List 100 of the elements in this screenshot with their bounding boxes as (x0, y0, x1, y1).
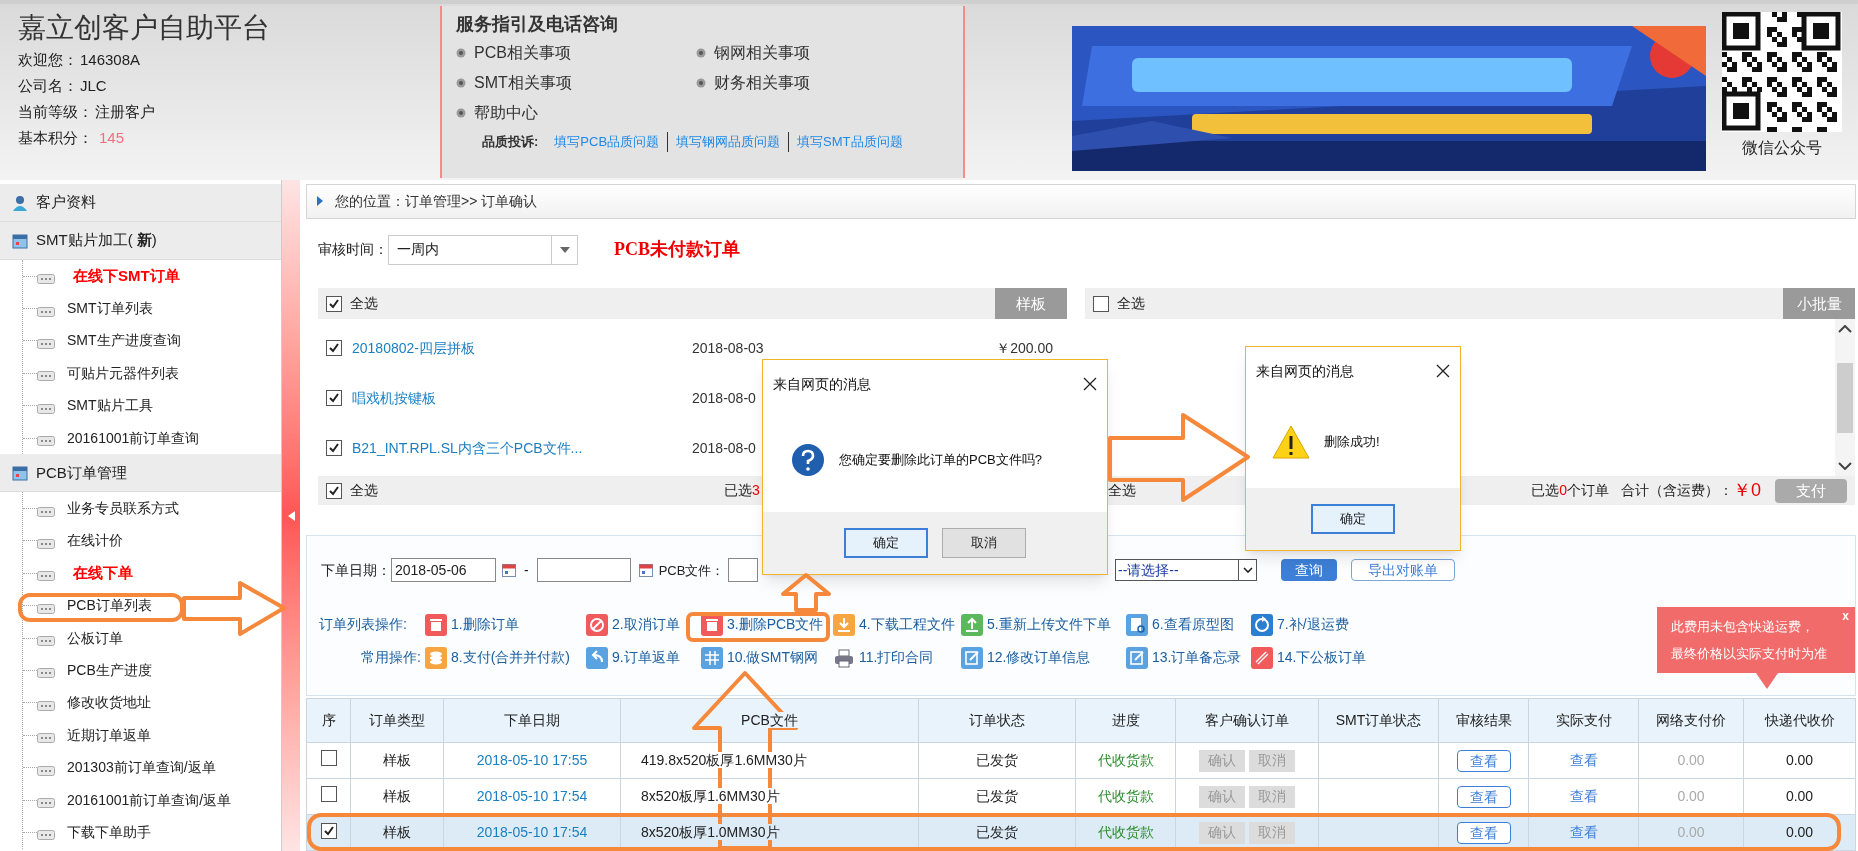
select-all-label: 全选 (1108, 481, 1136, 501)
table-row[interactable]: 样板 2018-05-10 17:55 419.8x520板厚1.6MM30片 已发货 代收货款 确认 取消 查看 查看 0.00 0.00 (306, 742, 1856, 779)
order-date: 2018-08-03 (692, 338, 764, 358)
service-link[interactable]: 钢网相关事项 (714, 41, 810, 65)
arrow-drawing (780, 572, 832, 613)
edit-icon[interactable] (961, 646, 983, 669)
toolbar-link[interactable]: 4.下载工程文件 (859, 614, 955, 636)
view-button[interactable]: 查看 (1456, 749, 1511, 772)
column-header: 审核结果 (1455, 712, 1512, 728)
triangle-left-icon (287, 510, 295, 521)
dialog-button[interactable]: 确定 (844, 528, 928, 558)
no-entry-icon[interactable] (586, 613, 608, 636)
checkbox[interactable] (326, 295, 342, 312)
table-row[interactable]: 样板 2018-05-10 17:54 8x520板厚1.6MM30片 已发货 代收货款 确认 取消 查看 查看 0.00 0.00 (306, 778, 1856, 815)
trash-icon[interactable] (425, 613, 447, 636)
sidebar-link[interactable]: 下载下单助手 (67, 821, 151, 843)
sidebar-link[interactable]: 在线下单 (73, 562, 133, 585)
sidebar-link[interactable]: 修改收货地址 (67, 692, 151, 714)
collapse-handle[interactable] (282, 180, 300, 851)
toolbar-link[interactable]: 9.订单返单 (612, 647, 680, 669)
sidebar-link[interactable]: 业务专员联系方式 (67, 498, 179, 520)
service-link[interactable]: SMT相关事项 (474, 71, 572, 95)
close-icon[interactable] (1083, 377, 1097, 391)
toolbar-link[interactable]: 5.重新上传文件下单 (987, 614, 1111, 636)
order-link[interactable]: 唱戏机按键板 (352, 387, 692, 409)
toolbar-link[interactable]: 7.补/退运费 (1277, 614, 1349, 636)
toolbar-link[interactable]: 11.打印合同 (859, 647, 934, 669)
calendar-icon[interactable] (502, 563, 516, 578)
service-link[interactable]: 帮助中心 (474, 101, 538, 125)
toolbar-link[interactable]: 13.订单备忘录 (1152, 647, 1242, 669)
date-field[interactable] (536, 558, 631, 583)
view-link[interactable]: 查看 (1569, 788, 1598, 804)
view-link[interactable]: 查看 (1569, 752, 1598, 768)
date-field[interactable]: 2018-05-06 (391, 558, 496, 583)
select-field[interactable]: 一周内 (388, 234, 578, 265)
checkbox[interactable] (326, 340, 342, 357)
sidebar-link[interactable]: 在线下SMT订单 (73, 264, 180, 288)
sidebar-link[interactable]: PCB生产进度 (67, 660, 152, 681)
checkbox[interactable] (320, 823, 337, 839)
printer-icon[interactable] (833, 646, 855, 669)
order-link[interactable]: B21_INT.RPL.SL内含三个PCB文件... (352, 437, 692, 459)
calendar-icon (12, 464, 28, 481)
table-cell: 0.00 (1677, 788, 1705, 804)
sidebar-link[interactable]: SMT贴片工具 (67, 395, 153, 417)
dialog-button[interactable]: 确定 (1311, 504, 1395, 534)
sidebar-link[interactable]: SMT生产进度查询 (67, 330, 181, 352)
view-button[interactable]: 查看 (1456, 785, 1511, 808)
toolbar-link[interactable]: 6.查看原型图 (1152, 614, 1234, 636)
service-link[interactable]: PCB相关事项 (474, 41, 571, 65)
sidebar-group[interactable]: SMT贴片加工( 新) (0, 222, 281, 260)
toolbar-link[interactable]: 14.下公板订单 (1277, 647, 1367, 669)
chevron-down-icon (1838, 462, 1852, 471)
scrollbar[interactable] (1835, 319, 1855, 477)
dialog-button[interactable]: 取消 (942, 528, 1026, 558)
grid-icon[interactable] (701, 646, 723, 669)
checkbox[interactable] (326, 482, 342, 499)
link-icon[interactable] (1251, 646, 1273, 669)
question-icon (791, 443, 825, 477)
sidebar-group[interactable]: 客户资料 (0, 184, 281, 222)
column-header: 快递代收价 (1764, 712, 1835, 728)
account-value: 145 (99, 128, 125, 148)
calendar-icon[interactable] (638, 563, 653, 578)
export-button[interactable]: 导出对账单 (1351, 559, 1455, 582)
sidebar-group[interactable]: PCB订单管理 (0, 454, 281, 493)
upload-icon[interactable] (961, 613, 983, 636)
scroll-thumb[interactable] (1837, 362, 1853, 433)
sidebar-link[interactable]: 201303前订单查询/返单 (67, 757, 216, 779)
sidebar-link[interactable]: 可贴片元器件列表 (67, 362, 179, 384)
search-button[interactable]: 查询 (1281, 559, 1337, 582)
edit-icon[interactable] (1126, 646, 1148, 669)
order-link[interactable]: 20180802-四层拼板 (352, 337, 692, 359)
text-field[interactable] (728, 558, 759, 583)
column-header: 订单状态 (969, 712, 1025, 728)
checkbox[interactable] (326, 390, 342, 407)
checkbox[interactable] (320, 749, 337, 766)
account-label: 公司名： (18, 76, 78, 96)
tooltip-text: 此费用未包含快递运费， (1671, 617, 1814, 636)
toolbar-link[interactable]: 12.修改订单信息 (987, 647, 1091, 669)
checkbox[interactable] (320, 785, 337, 802)
view-button[interactable]: 查看 (1456, 821, 1511, 844)
sidebar-link[interactable]: 近期订单返单 (67, 724, 151, 746)
sidebar-link[interactable]: 20161001前订单查询/返单 (67, 789, 232, 811)
toolbar-link[interactable]: 10.做SMT钢网 (727, 647, 818, 669)
dialog-title: 来自网页的消息 (773, 374, 871, 394)
sidebar-link[interactable]: 公板订单 (67, 627, 123, 649)
field-label: 审核时间： (318, 240, 388, 260)
checkbox[interactable] (326, 440, 342, 457)
document-icon[interactable] (1126, 613, 1148, 636)
sidebar-link[interactable]: 在线计价 (67, 530, 123, 552)
table-cell: 8x520板厚1.0MM30片 (641, 824, 780, 840)
view-link[interactable]: 查看 (1569, 824, 1598, 840)
service-link[interactable]: 财务相关事项 (714, 71, 810, 95)
sidebar-link[interactable]: SMT订单列表 (67, 298, 153, 320)
toolbar-link[interactable]: 8.支付(合并并付款) (451, 647, 570, 669)
toolbar-link[interactable]: 2.取消订单 (612, 614, 680, 636)
sidebar-link[interactable]: 20161001前订单查询 (67, 427, 200, 449)
select-field[interactable]: --请选择-- (1115, 559, 1257, 582)
toolbar-link[interactable]: 1.删除订单 (451, 614, 519, 636)
checkbox[interactable] (1093, 295, 1109, 312)
close-icon[interactable] (1436, 364, 1450, 378)
